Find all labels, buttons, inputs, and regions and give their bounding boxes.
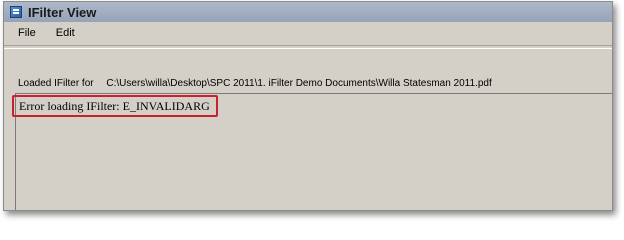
menu-separator [4,45,612,49]
title-bar[interactable]: IFilter View [4,2,612,22]
error-message: Error loading IFilter: E_INVALIDARG [19,99,210,113]
menu-bar: File Edit [4,23,612,43]
app-window: IFilter View File Edit Loaded IFilter fo… [3,1,613,211]
app-icon [10,6,22,18]
loaded-ifilter-row: Loaded IFilter for C:\Users\willa\Deskto… [18,78,492,89]
menu-file[interactable]: File [4,23,46,43]
window-title: IFilter View [28,4,97,20]
menu-edit[interactable]: Edit [46,23,85,43]
loaded-file-path: C:\Users\willa\Desktop\SPC 2011\1. iFilt… [106,78,492,89]
loaded-ifilter-label: Loaded IFilter for [18,78,94,89]
